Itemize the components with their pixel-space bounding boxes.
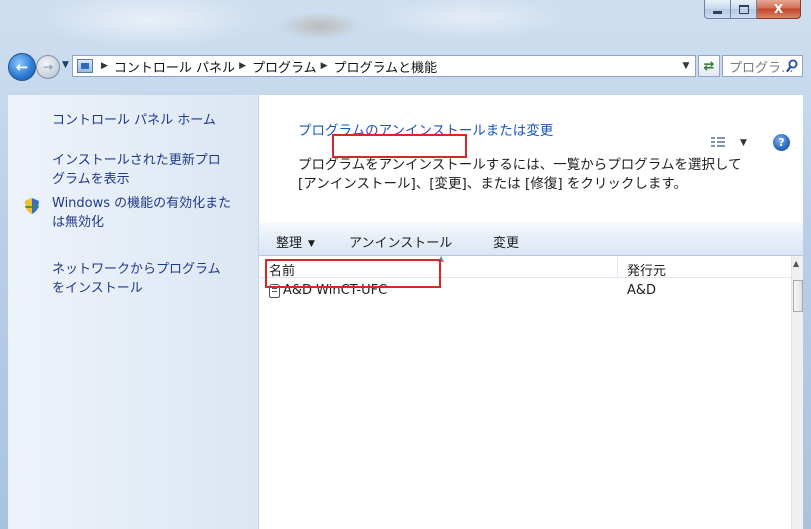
minimize-icon [713, 10, 722, 14]
maximize-button[interactable] [731, 0, 757, 19]
link-label: Windows の機能の有効化また [52, 196, 232, 211]
maximize-icon [738, 4, 749, 14]
link-label: インストールされた更新プロ [52, 153, 221, 168]
breadcrumb-separator-icon[interactable]: ▶ [101, 61, 108, 71]
forward-arrow-icon: → [42, 60, 54, 74]
link-label: コントロール パネル ホーム [52, 113, 216, 128]
navigation-bar: ← → ▼ ▶ コントロール パネル ▶ プログラム ▶ プログラムと機能 ▼ … [8, 52, 803, 82]
address-bar[interactable]: ▶ コントロール パネル ▶ プログラム ▶ プログラムと機能 ▼ [72, 55, 696, 77]
breadcrumb-programs[interactable]: プログラム [252, 57, 317, 76]
link-install-from-network[interactable]: ネットワークからプログラム をインストール [52, 260, 221, 298]
link-label: をインストール [52, 281, 143, 296]
description-line: [アンインストール]、[変更]、または [修復] をクリックします。 [298, 176, 688, 192]
link-label: は無効化 [52, 215, 105, 230]
history-dropdown-button[interactable]: ▼ [62, 60, 69, 70]
breadcrumb-separator-icon[interactable]: ▶ [321, 61, 328, 71]
highlight-box-program-row [265, 259, 441, 288]
program-publisher: A&D [627, 283, 657, 298]
link-turn-windows-features[interactable]: Windows の機能の有効化また は無効化 [52, 194, 231, 232]
scroll-up-arrow-icon[interactable]: ▲ [793, 259, 799, 268]
back-arrow-icon: ← [15, 58, 29, 76]
close-button[interactable]: X [757, 0, 801, 19]
content-area: コントロール パネル ホーム インストールされた更新プロ グラムを表示 Wind… [8, 95, 803, 529]
column-header-publisher[interactable]: 発行元 [627, 260, 666, 279]
task-pane: コントロール パネル ホーム インストールされた更新プロ グラムを表示 Wind… [8, 95, 259, 529]
link-label: ネットワークからプログラム [52, 262, 221, 277]
highlight-box-uninstall [332, 134, 467, 158]
window-frame: X ← → ▼ ▶ コントロール パネル ▶ プログラム ▶ プログラムと機能 … [0, 0, 811, 529]
window-controls: X [704, 0, 801, 22]
search-icon[interactable] [786, 59, 798, 73]
scroll-thumb[interactable] [793, 280, 803, 312]
forward-button[interactable]: → [36, 55, 60, 79]
control-panel-icon [77, 59, 93, 73]
refresh-icon: ⇄ [703, 58, 715, 74]
shield-icon [25, 198, 39, 214]
help-icon[interactable]: ? [773, 134, 790, 151]
vertical-scrollbar[interactable]: ▲ [791, 256, 803, 529]
page-description: プログラムをアンインストールするには、一覧からプログラムを選択して [アンインス… [298, 156, 741, 194]
breadcrumb-control-panel[interactable]: コントロール パネル [114, 57, 235, 76]
breadcrumb-separator-icon[interactable]: ▶ [239, 61, 246, 71]
search-input[interactable]: プログラ... [722, 55, 803, 77]
command-toolbar: 整理 ▼ アンインストール 変更 [259, 223, 803, 256]
chevron-down-icon: ▼ [308, 239, 315, 249]
organize-label: 整理 [276, 236, 303, 251]
search-placeholder: プログラ... [729, 60, 794, 76]
breadcrumb-programs-and-features[interactable]: プログラムと機能 [334, 57, 438, 76]
column-divider[interactable] [617, 256, 618, 278]
link-control-panel-home[interactable]: コントロール パネル ホーム [52, 111, 216, 130]
description-line: プログラムをアンインストールするには、一覧からプログラムを選択して [298, 157, 742, 173]
change-button[interactable]: 変更 [493, 232, 519, 251]
address-dropdown-icon[interactable]: ▼ [677, 61, 695, 71]
link-view-installed-updates[interactable]: インストールされた更新プロ グラムを表示 [52, 151, 221, 189]
back-button[interactable]: ← [8, 53, 36, 81]
refresh-button[interactable]: ⇄ [698, 55, 720, 77]
link-label: グラムを表示 [52, 172, 130, 187]
minimize-button[interactable] [704, 0, 731, 19]
organize-button[interactable]: 整理 ▼ [276, 232, 315, 251]
uninstall-button[interactable]: アンインストール [349, 232, 452, 251]
views-icon[interactable] [711, 136, 725, 148]
views-dropdown-icon[interactable]: ▼ [740, 138, 747, 148]
